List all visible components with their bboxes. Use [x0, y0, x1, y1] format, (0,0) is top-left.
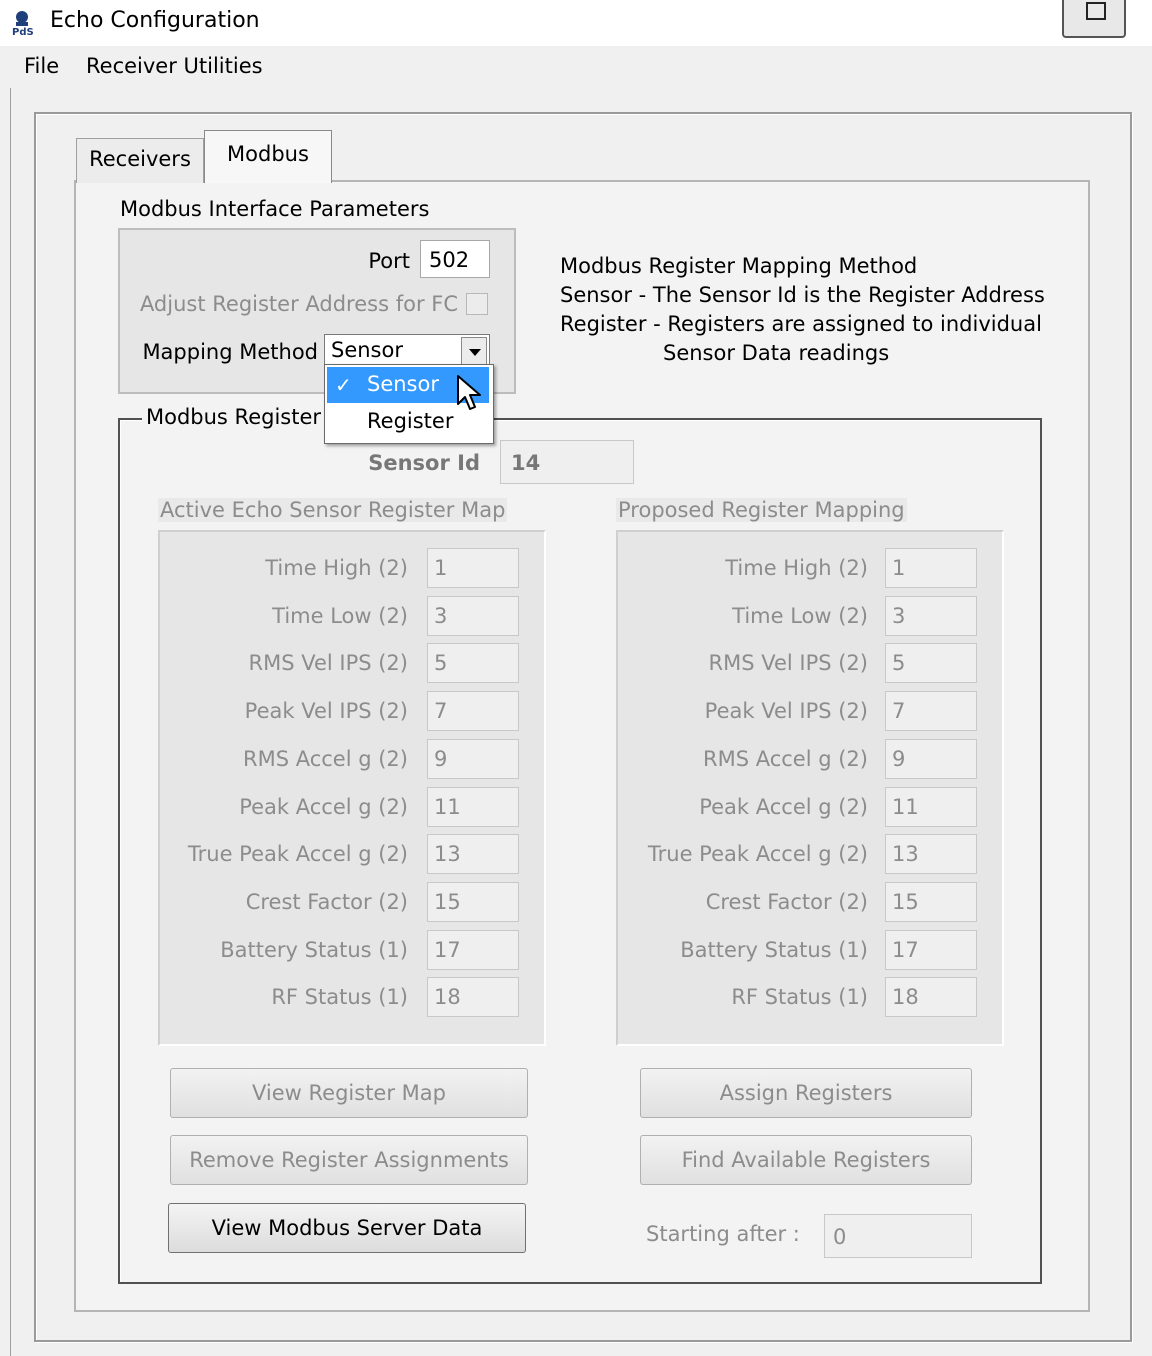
window-edge: [1128, 0, 1152, 32]
active-map-title: Active Echo Sensor Register Map: [158, 498, 508, 522]
register-map-label: Battery Status (1): [680, 937, 868, 962]
register-map-value[interactable]: 13: [885, 834, 977, 875]
register-map-label: RF Status (1): [271, 985, 408, 1010]
mapping-method-label: Mapping Method: [142, 340, 318, 364]
register-map-value[interactable]: 5: [427, 643, 519, 684]
window-button-icon[interactable]: [1062, 0, 1126, 38]
register-map-value[interactable]: 7: [427, 691, 519, 732]
register-map-label: Crest Factor (2): [705, 889, 868, 914]
sensor-id-label: Sensor Id: [368, 451, 480, 475]
register-map-label: RMS Vel IPS (2): [708, 651, 869, 676]
register-map-value[interactable]: 18: [427, 977, 519, 1018]
register-map-label: Time High (2): [265, 556, 408, 580]
dropdown-option-label: Register: [367, 409, 454, 433]
find-available-registers-button[interactable]: Find Available Registers: [640, 1135, 972, 1185]
mapping-description-register: Register - Registers are assigned to ind…: [560, 312, 1042, 336]
register-map-label: Time High (2): [725, 556, 868, 580]
sensor-id-field[interactable]: 14: [500, 440, 634, 484]
menu-bar: File Receiver Utilities: [0, 46, 1152, 88]
proposed-map-title: Proposed Register Mapping: [616, 498, 907, 522]
mapping-method-select[interactable]: Sensor: [324, 334, 490, 368]
modbus-register-group-title: Modbus Register: [142, 405, 326, 429]
register-map-label: Peak Vel IPS (2): [244, 699, 408, 724]
check-icon: ✓: [335, 373, 352, 397]
register-map-value[interactable]: 17: [427, 929, 519, 970]
register-map-value[interactable]: 3: [427, 595, 519, 636]
register-map-value[interactable]: 7: [885, 691, 977, 732]
register-map-value[interactable]: 11: [427, 786, 519, 827]
register-map-label: RMS Accel g (2): [243, 746, 408, 771]
register-map-value[interactable]: 9: [885, 738, 977, 779]
port-input[interactable]: 502: [420, 240, 490, 278]
register-map-value[interactable]: 1: [885, 548, 977, 588]
mapping-description-register-cont: Sensor Data readings: [663, 341, 890, 365]
register-map-label: Peak Vel IPS (2): [704, 699, 868, 724]
remove-register-assignments-button[interactable]: Remove Register Assignments: [170, 1135, 528, 1185]
starting-after-label: Starting after :: [646, 1222, 800, 1246]
register-map-value[interactable]: 13: [427, 834, 519, 875]
tab-receivers[interactable]: Receivers: [76, 138, 204, 183]
mouse-cursor-icon: [457, 375, 481, 410]
register-map-value[interactable]: 9: [427, 738, 519, 779]
view-modbus-server-data-button[interactable]: View Modbus Server Data: [168, 1203, 526, 1253]
assign-registers-button[interactable]: Assign Registers: [640, 1068, 972, 1118]
register-map-label: RMS Vel IPS (2): [248, 651, 409, 676]
register-map-label: Battery Status (1): [220, 937, 408, 962]
register-map-label: Time Low (2): [272, 603, 408, 628]
svg-text:PdS: PdS: [12, 27, 34, 36]
menu-file[interactable]: File: [24, 54, 59, 78]
params-group-title: Modbus Interface Parameters: [120, 197, 430, 221]
register-map-label: RMS Accel g (2): [703, 746, 868, 771]
menu-receiver-utilities[interactable]: Receiver Utilities: [86, 54, 263, 78]
register-map-value[interactable]: 15: [427, 881, 519, 922]
chevron-down-icon[interactable]: [461, 337, 487, 365]
register-map-value[interactable]: 11: [885, 786, 977, 827]
window-title: Echo Configuration: [50, 8, 260, 33]
port-label: Port: [368, 249, 410, 273]
register-map-label: Time Low (2): [732, 603, 868, 628]
dropdown-option-label: Sensor: [367, 372, 439, 396]
mapping-description-sensor: Sensor - The Sensor Id is the Register A…: [560, 283, 1045, 307]
register-map-value[interactable]: 1: [427, 548, 519, 588]
register-map-label: Peak Accel g (2): [699, 794, 868, 819]
echo-app-icon: PdS: [12, 11, 34, 36]
register-map-value[interactable]: 17: [885, 929, 977, 970]
register-map-value[interactable]: 15: [885, 881, 977, 922]
register-map-label: True Peak Accel g (2): [647, 842, 868, 867]
adjust-register-checkbox[interactable]: [466, 293, 488, 315]
register-map-label: Peak Accel g (2): [239, 794, 408, 819]
view-register-map-button[interactable]: View Register Map: [170, 1068, 528, 1118]
adjust-register-label: Adjust Register Address for FC: [139, 292, 458, 316]
register-map-value[interactable]: 5: [885, 643, 977, 684]
register-map-label: RF Status (1): [731, 985, 868, 1010]
register-map-value[interactable]: 3: [885, 595, 977, 636]
tab-modbus[interactable]: Modbus: [204, 130, 332, 183]
mapping-description-title: Modbus Register Mapping Method: [560, 254, 918, 278]
mapping-method-value: Sensor: [331, 338, 403, 362]
register-map-label: Crest Factor (2): [245, 889, 408, 914]
title-bar: PdS Echo Configuration: [0, 0, 1152, 46]
starting-after-field[interactable]: 0: [824, 1214, 972, 1258]
register-map-value[interactable]: 18: [885, 977, 977, 1018]
register-map-label: True Peak Accel g (2): [187, 842, 408, 867]
